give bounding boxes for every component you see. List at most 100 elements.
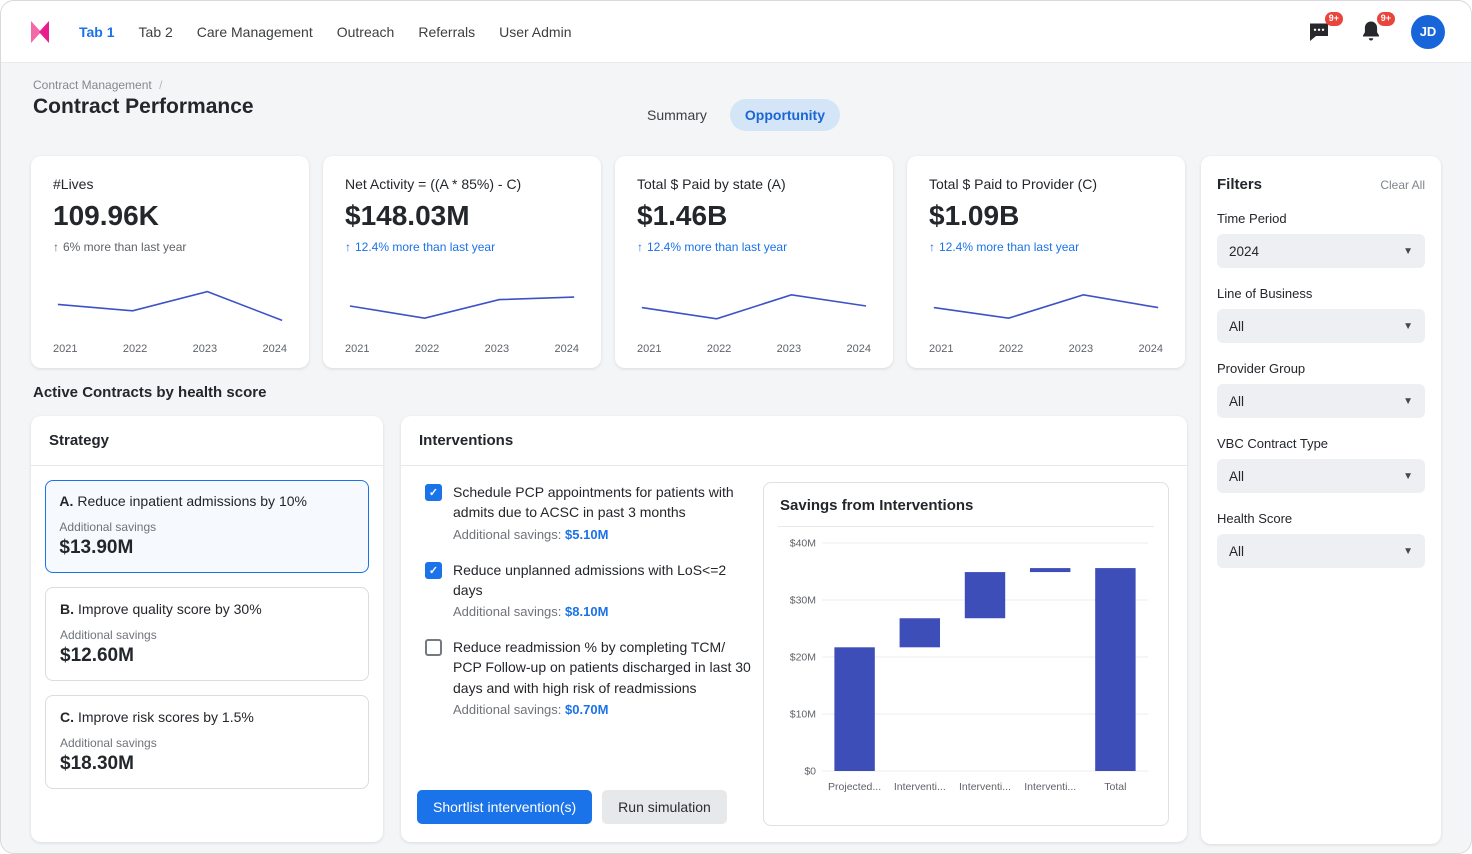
svg-text:Interventi...: Interventi... [894, 781, 946, 793]
intervention-savings: Additional savings: $5.10M [453, 527, 757, 542]
clear-all-button[interactable]: Clear All [1380, 178, 1425, 192]
kpi-card-lives: #Lives 109.96K ↑ 6% more than last year … [31, 156, 309, 368]
sparkline-years: 2021 2022 2023 2024 [345, 343, 579, 355]
sparkline-years: 2021 2022 2023 2024 [637, 343, 871, 355]
chevron-down-icon: ▼ [1403, 320, 1413, 332]
user-avatar[interactable]: JD [1411, 14, 1445, 49]
tab-summary[interactable]: Summary [632, 99, 722, 131]
year-label: 2022 [706, 343, 732, 355]
filters-title: Filters [1217, 176, 1263, 193]
notifications-badge: 9+ [1376, 11, 1395, 26]
up-arrow-icon: ↑ [637, 240, 643, 254]
strategy-card-c[interactable]: C. Improve risk scores by 1.5% Additional… [45, 694, 369, 789]
year-label: 2023 [1068, 343, 1094, 355]
intervention-checkbox[interactable]: ✓ [425, 561, 442, 579]
year-label: 2021 [637, 343, 662, 355]
intervention-item: Reduce readmission % by completing TCM/ … [425, 637, 757, 717]
savings-value: $18.30M [60, 752, 134, 774]
breadcrumb-separator: / [159, 78, 163, 92]
intervention-checkbox[interactable]: ✓ [425, 484, 442, 501]
kpi-delta: ↑ 12.4% more than last year [345, 240, 579, 254]
kpi-value: $148.03M [345, 200, 470, 231]
year-label: 2022 [122, 343, 148, 355]
intervention-text: Reduce unplanned admissions with LoS<=2 … [453, 561, 727, 598]
waterfall-chart: $0 $10M $20M $30M $40M Projected... Interventi… [790, 538, 1148, 793]
chat-badge: 9+ [1324, 11, 1343, 26]
kpi-delta-text: 12.4% more than last year [939, 240, 1080, 254]
nav-tab-1[interactable]: Tab 1 [79, 18, 115, 46]
interventions-list: ✓ Schedule PCP appointments for patients… [425, 482, 757, 735]
svg-text:Interventi...: Interventi... [959, 781, 1011, 793]
nav-tab-2[interactable]: Tab 2 [139, 18, 173, 46]
app-window: Tab 1 Tab 2 Care Management Outreach Ref… [0, 0, 1472, 854]
svg-text:Projected...: Projected... [828, 781, 881, 793]
breadcrumb-link[interactable]: Contract Management [33, 78, 152, 92]
line-of-business-select[interactable]: All ▼ [1217, 309, 1425, 343]
year-label: 2023 [484, 343, 510, 355]
select-value: 2024 [1229, 243, 1260, 259]
kpi-delta-text: 6% more than last year [63, 240, 187, 254]
nav-tab-care-management[interactable]: Care Management [197, 18, 313, 46]
svg-text:$0: $0 [804, 766, 816, 778]
svg-text:Total: Total [1104, 781, 1126, 793]
year-label: 2023 [776, 343, 802, 355]
strategy-text: Improve risk scores by 1.5% [78, 708, 254, 725]
chevron-down-icon: ▼ [1403, 395, 1413, 407]
intervention-item: ✓ Schedule PCP appointments for patients… [425, 482, 757, 542]
tab-opportunity[interactable]: Opportunity [729, 99, 841, 131]
up-arrow-icon: ↑ [345, 240, 351, 254]
filter-label-vbc-contract-type: VBC Contract Type [1217, 436, 1329, 451]
notifications-icon[interactable]: 9+ [1359, 11, 1395, 45]
svg-text:Interventi...: Interventi... [1024, 781, 1076, 793]
filter-label-time-period: Time Period [1217, 211, 1287, 226]
strategy-text: Improve quality score by 30% [78, 600, 262, 617]
kpi-delta: ↑ 6% more than last year [53, 240, 287, 254]
kpi-value: $1.46B [637, 200, 728, 231]
interventions-actions: Shortlist intervention(s) Run simulation [417, 790, 727, 824]
year-label: 2021 [929, 343, 954, 355]
year-label: 2022 [414, 343, 440, 355]
svg-text:$10M: $10M [790, 709, 816, 721]
sparkline-years: 2021 2022 2023 2024 [929, 343, 1163, 355]
year-label: 2024 [554, 343, 579, 355]
provider-group-select[interactable]: All ▼ [1217, 384, 1425, 418]
intervention-savings-label: Additional savings: [453, 604, 562, 620]
shortlist-interventions-button[interactable]: Shortlist intervention(s) [417, 790, 593, 824]
nav-tab-outreach[interactable]: Outreach [337, 18, 395, 46]
strategy-text: Reduce inpatient admissions by 10% [77, 493, 307, 510]
nav-tab-referrals[interactable]: Referrals [418, 18, 475, 46]
select-value: All [1229, 393, 1245, 409]
kpi-value: 109.96K [53, 200, 159, 231]
kpi-label: Total $ Paid by state (A) [637, 176, 786, 192]
savings-value: $12.60M [60, 644, 134, 666]
vbc-contract-type-select[interactable]: All ▼ [1217, 459, 1425, 493]
filter-label-line-of-business: Line of Business [1217, 286, 1313, 301]
strategy-card-b[interactable]: B. Improve quality score by 30% Additiona… [45, 586, 369, 681]
up-arrow-icon: ↑ [53, 240, 59, 254]
interventions-panel-title: Interventions [401, 416, 1187, 466]
time-period-select[interactable]: 2024 ▼ [1217, 234, 1425, 268]
intervention-savings-label: Additional savings: [453, 702, 562, 718]
select-value: All [1229, 543, 1245, 559]
kpi-card-paid-by-state: Total $ Paid by state (A) $1.46B ↑ 12.4%… [615, 156, 893, 368]
breadcrumb: Contract Management / [33, 78, 162, 92]
intervention-savings-amount: $5.10M [565, 526, 609, 542]
year-label: 2021 [53, 343, 78, 355]
kpi-value: $1.09B [929, 200, 1020, 231]
svg-text:$20M: $20M [790, 652, 816, 664]
run-simulation-button[interactable]: Run simulation [602, 790, 727, 824]
chat-icon[interactable]: 9+ [1307, 11, 1343, 45]
intervention-savings-amount: $8.10M [565, 604, 609, 620]
intervention-savings-label: Additional savings: [453, 526, 562, 542]
health-score-select[interactable]: All ▼ [1217, 534, 1425, 568]
nav-tab-user-admin[interactable]: User Admin [499, 18, 571, 46]
strategy-card-a[interactable]: A. Reduce inpatient admissions by 10% Add… [45, 480, 369, 573]
section-title: Active Contracts by health score [33, 384, 267, 401]
select-value: All [1229, 468, 1245, 484]
up-arrow-icon: ↑ [929, 240, 935, 254]
filters-panel: Filters Clear All Time Period 2024 ▼ Lin… [1201, 156, 1441, 844]
chevron-down-icon: ▼ [1403, 545, 1413, 557]
interventions-panel: Interventions ✓ Schedule PCP appointment… [401, 416, 1187, 842]
intervention-checkbox[interactable] [425, 639, 442, 657]
kpi-label: Total $ Paid to Provider (C) [929, 176, 1098, 192]
